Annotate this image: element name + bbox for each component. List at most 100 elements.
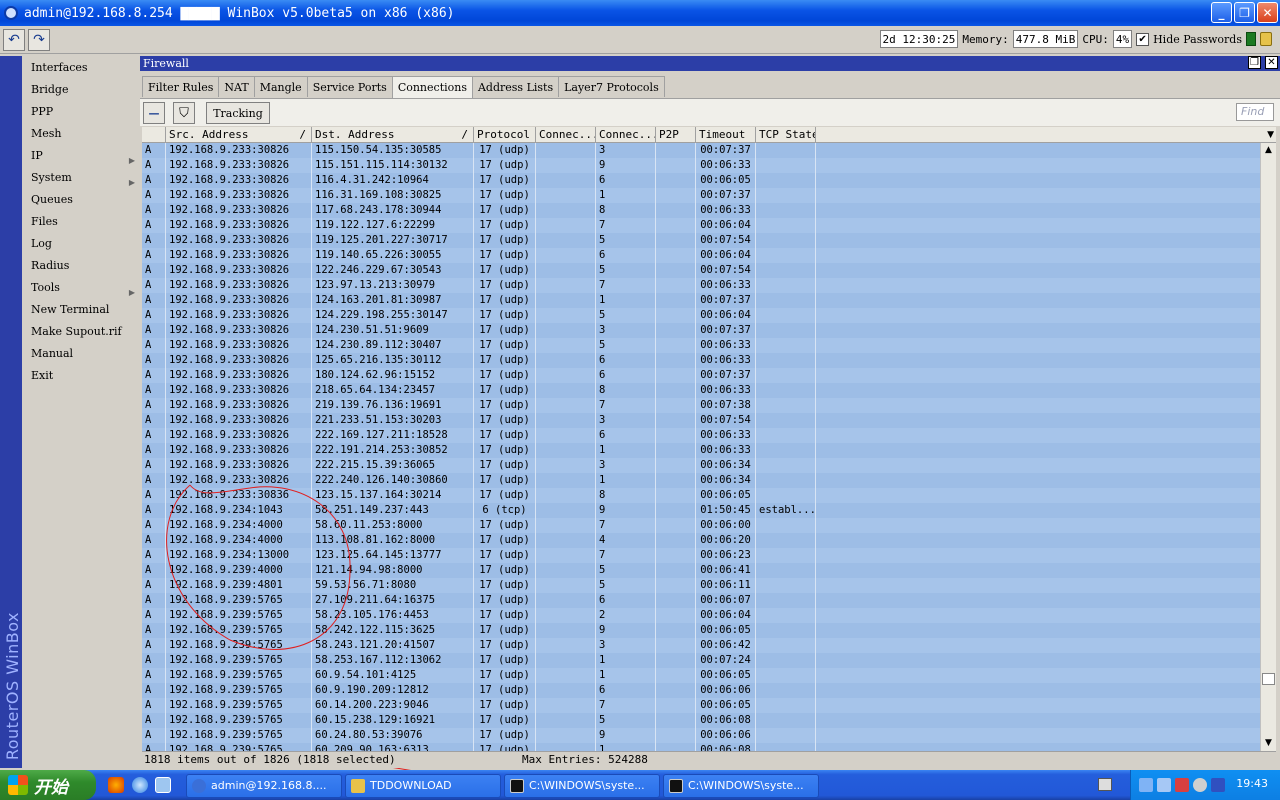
tab-filter-rules[interactable]: Filter Rules <box>142 76 220 97</box>
task-winbox[interactable]: admin@192.168.8.... <box>186 774 342 798</box>
table-row[interactable]: A 192.168.9.239:5765 60.15.238.129:16921 17… <box>142 713 1260 728</box>
table-row[interactable]: A 192.168.9.233:30826 122.246.229.67:30543… <box>142 263 1260 278</box>
sidebar-item-bridge[interactable]: Bridge <box>31 80 135 100</box>
table-row[interactable]: A 192.168.9.233:30826 124.230.89.112:30407… <box>142 338 1260 353</box>
table-row[interactable]: A 192.168.9.233:30826 119.125.201.227:3071… <box>142 233 1260 248</box>
sidebar-item-ppp[interactable]: PPP <box>31 102 135 122</box>
table-row[interactable]: A 192.168.9.233:30826 116.31.169.108:30825… <box>142 188 1260 203</box>
table-row[interactable]: A 192.168.9.233:30826 222.240.126.140:3086… <box>142 473 1260 488</box>
tab-mangle[interactable]: Mangle <box>253 76 308 97</box>
column-header-connection-type[interactable]: Connec... <box>596 127 656 143</box>
minimize-button[interactable]: _ <box>1211 2 1232 23</box>
scroll-up-icon[interactable]: ▲ <box>1263 145 1274 156</box>
tab-address-lists[interactable]: Address Lists <box>471 76 560 97</box>
table-row[interactable]: A 192.168.9.239:5765 27.109.211.64:16375 17… <box>142 593 1260 608</box>
sidebar-item-manual[interactable]: Manual <box>31 344 135 364</box>
table-row[interactable]: A 192.168.9.233:30826 119.140.65.226:30055… <box>142 248 1260 263</box>
sidebar-item-new-terminal[interactable]: New Terminal <box>31 300 135 320</box>
network-icon[interactable] <box>1157 778 1171 792</box>
undo-icon[interactable]: ↶ <box>3 29 25 51</box>
restore-icon[interactable]: ❐ <box>1248 56 1261 69</box>
table-row[interactable]: A 192.168.9.233:30826 117.68.243.178:30944… <box>142 203 1260 218</box>
table-row[interactable]: A 192.168.9.233:30826 115.151.115.114:3013… <box>142 158 1260 173</box>
sidebar-item-ip[interactable]: IP ▶ <box>31 146 135 166</box>
table-row[interactable]: A 192.168.9.233:30826 123.97.13.213:30979 1… <box>142 278 1260 293</box>
table-row[interactable]: A 192.168.9.233:30826 124.230.51.51:9609 17… <box>142 323 1260 338</box>
sidebar-item-queues[interactable]: Queues <box>31 190 135 210</box>
sidebar-item-system[interactable]: System ▶ <box>31 168 135 188</box>
tab-nat[interactable]: NAT <box>218 76 255 97</box>
table-row[interactable]: A 192.168.9.233:30826 125.65.216.135:30112… <box>142 353 1260 368</box>
sidebar-item-interfaces[interactable]: Interfaces <box>31 58 135 78</box>
sidebar-item-exit[interactable]: Exit <box>31 366 135 386</box>
sidebar-item-files[interactable]: Files <box>31 212 135 232</box>
table-row[interactable]: A 192.168.9.239:5765 58.23.105.176:4453 17 … <box>142 608 1260 623</box>
hide-passwords-checkbox[interactable]: ✔ <box>1136 32 1150 46</box>
vertical-scrollbar[interactable]: ▲ ▼ <box>1260 143 1276 751</box>
scrollbar-thumb[interactable] <box>1262 673 1275 685</box>
table-row[interactable]: A 192.168.9.239:5765 58.242.122.115:3625 17… <box>142 623 1260 638</box>
table-row[interactable]: A 192.168.9.239:5765 58.243.121.20:41507 17… <box>142 638 1260 653</box>
task-cmd-2[interactable]: C:\WINDOWS\syste... <box>663 774 819 798</box>
task-tddownload[interactable]: TDDOWNLOAD <box>345 774 501 798</box>
sidebar-item-mesh[interactable]: Mesh <box>31 124 135 144</box>
volume-icon[interactable] <box>1193 778 1207 792</box>
column-header-flags[interactable] <box>142 127 166 143</box>
table-row[interactable]: A 192.168.9.239:5765 60.209.90.163:6313 17 … <box>142 743 1260 751</box>
maximize-button[interactable]: ❐ <box>1234 2 1255 23</box>
sidebar-item-tools[interactable]: Tools ▶ <box>31 278 135 298</box>
table-row[interactable]: A 192.168.9.233:30826 222.169.127.211:1852… <box>142 428 1260 443</box>
sidebar-item-log[interactable]: Log <box>31 234 135 254</box>
table-row[interactable]: A 192.168.9.233:30826 115.150.54.135:30585… <box>142 143 1260 158</box>
column-header-src-address[interactable]: Src. Address / <box>166 127 312 143</box>
table-row[interactable]: A 192.168.9.233:30826 119.122.127.6:22299 1… <box>142 218 1260 233</box>
table-row[interactable]: A 192.168.9.239:4801 59.53.56.71:8080 17 (u… <box>142 578 1260 593</box>
find-input[interactable]: Find <box>1236 103 1274 121</box>
table-row[interactable]: A 192.168.9.233:30826 124.163.201.81:30987… <box>142 293 1260 308</box>
table-row[interactable]: A 192.168.9.233:30826 180.124.62.96:15152 1… <box>142 368 1260 383</box>
table-row[interactable]: A 192.168.9.233:30826 219.139.76.136:19691… <box>142 398 1260 413</box>
table-row[interactable]: A 192.168.9.233:30826 221.233.51.153:30203… <box>142 413 1260 428</box>
table-row[interactable]: A 192.168.9.234:4000 113.108.81.162:8000 17… <box>142 533 1260 548</box>
column-header-tcp-state[interactable]: TCP State <box>756 127 816 143</box>
tab-service-ports[interactable]: Service Ports <box>306 76 393 97</box>
table-row[interactable]: A 192.168.9.233:30836 123.15.137.164:30214… <box>142 488 1260 503</box>
table-row[interactable]: A 192.168.9.234:1043 58.251.149.237:443 6 (… <box>142 503 1260 518</box>
remove-button[interactable]: — <box>143 102 165 124</box>
table-row[interactable]: A 192.168.9.234:4000 58.60.11.253:8000 17 (… <box>142 518 1260 533</box>
table-row[interactable]: A 192.168.9.233:30826 222.215.15.39:36065 1… <box>142 458 1260 473</box>
table-row[interactable]: A 192.168.9.239:5765 60.9.54.101:4125 17 (u… <box>142 668 1260 683</box>
sidebar-item-radius[interactable]: Radius <box>31 256 135 276</box>
browser-icon[interactable] <box>132 777 148 793</box>
table-row[interactable]: A 192.168.9.233:30826 124.229.198.255:3014… <box>142 308 1260 323</box>
column-header-protocol[interactable]: Protocol <box>474 127 536 143</box>
tracking-button[interactable]: Tracking <box>206 102 270 124</box>
tab-layer7-protocols[interactable]: Layer7 Protocols <box>558 76 665 97</box>
table-row[interactable]: A 192.168.9.239:5765 58.253.167.112:13062 1… <box>142 653 1260 668</box>
table-row[interactable]: A 192.168.9.239:5765 60.24.80.53:39076 17 (… <box>142 728 1260 743</box>
column-menu-icon[interactable]: ▼ <box>1267 127 1274 143</box>
table-row[interactable]: A 192.168.9.233:30826 218.65.64.134:23457 1… <box>142 383 1260 398</box>
scroll-down-icon[interactable]: ▼ <box>1263 738 1274 749</box>
column-header-dst-address[interactable]: Dst. Address / <box>312 127 474 143</box>
column-header-timeout[interactable]: Timeout <box>696 127 756 143</box>
tab-connections[interactable]: Connections <box>391 76 473 98</box>
security-icon[interactable] <box>1175 778 1189 792</box>
firefox-icon[interactable] <box>108 777 124 793</box>
start-button[interactable]: 开始 <box>0 770 96 800</box>
redo-icon[interactable]: ↷ <box>28 29 50 51</box>
desktop-icon[interactable] <box>155 777 171 793</box>
column-header-connection-mark[interactable]: Connec... <box>536 127 596 143</box>
keyboard-icon[interactable] <box>1098 778 1112 791</box>
sidebar-item-make-supout[interactable]: Make Supout.rif <box>31 322 135 342</box>
task-cmd-1[interactable]: C:\WINDOWS\syste... <box>504 774 660 798</box>
network-icon[interactable] <box>1139 778 1153 792</box>
table-row[interactable]: A 192.168.9.239:5765 60.9.190.209:12812 17 … <box>142 683 1260 698</box>
close-button[interactable]: ✕ <box>1257 2 1278 23</box>
table-row[interactable]: A 192.168.9.233:30826 116.4.31.242:10964 17… <box>142 173 1260 188</box>
table-row[interactable]: A 192.168.9.234:13000 123.125.64.145:13777… <box>142 548 1260 563</box>
table-row[interactable]: A 192.168.9.239:5765 60.14.200.223:9046 17 … <box>142 698 1260 713</box>
table-row[interactable]: A 192.168.9.239:4000 121.14.94.98:8000 17 (… <box>142 563 1260 578</box>
table-row[interactable]: A 192.168.9.233:30826 222.191.214.253:3085… <box>142 443 1260 458</box>
filter-icon[interactable]: ⛉ <box>173 102 195 124</box>
